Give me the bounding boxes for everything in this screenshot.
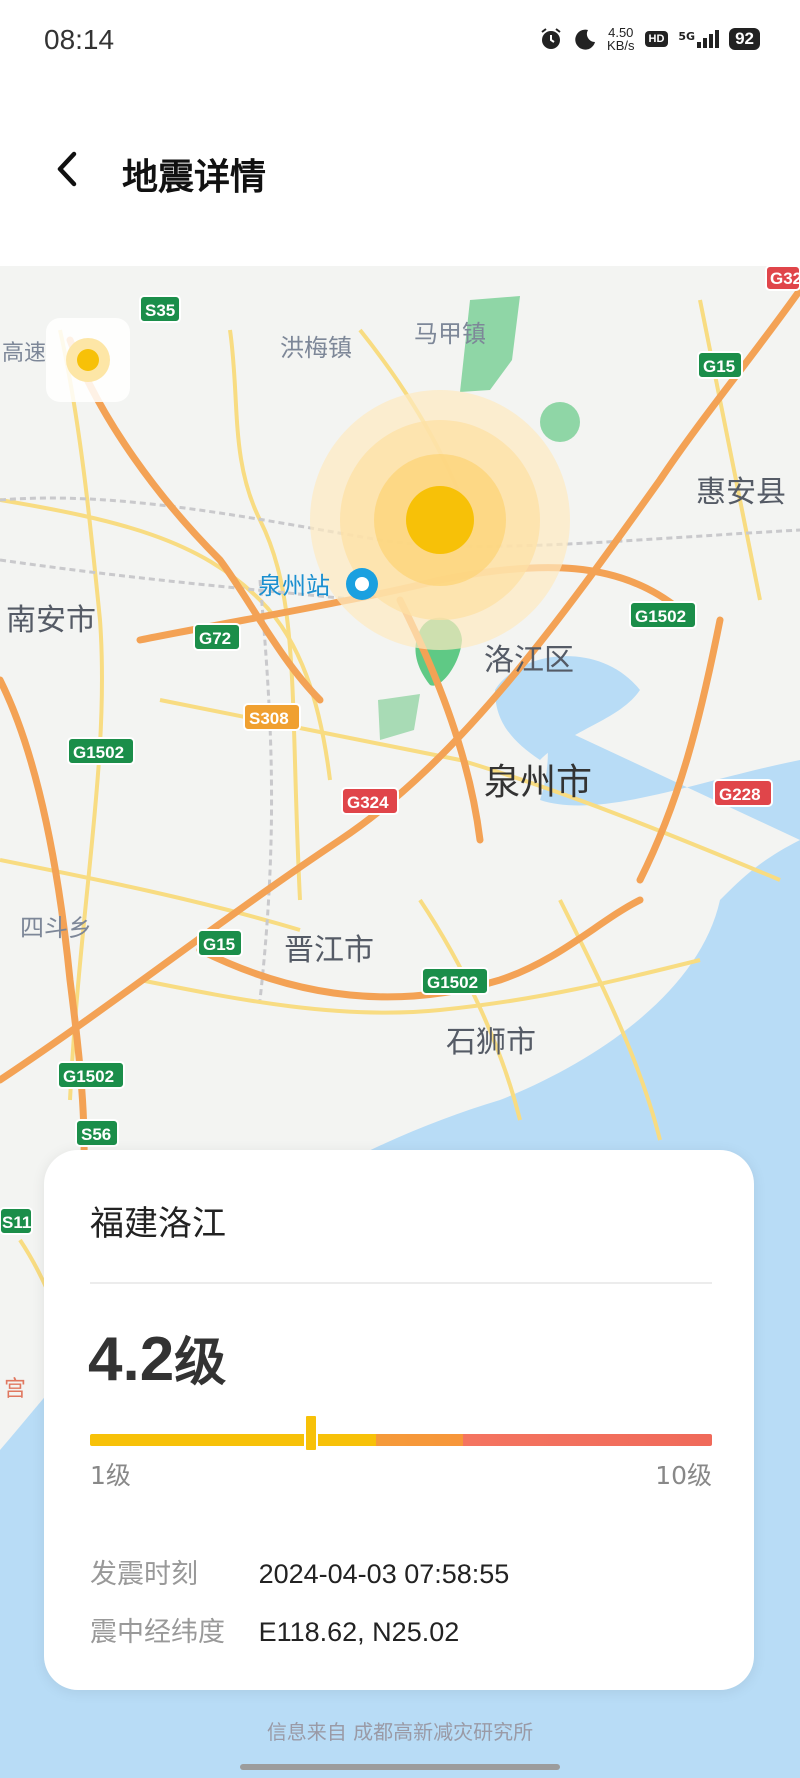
alarm-icon <box>541 28 561 49</box>
place-label: 马甲镇 <box>414 320 486 348</box>
station-label: 泉州站 <box>258 572 330 600</box>
green-area <box>540 402 580 442</box>
divider <box>90 1282 712 1284</box>
magnitude-unit: 级 <box>174 1333 227 1393</box>
place-label: 石狮市 <box>446 1025 536 1060</box>
network-type: 5G <box>678 30 696 43</box>
scale-min-label: 1级 <box>90 1461 131 1490</box>
intensity-legend-button[interactable] <box>46 318 130 402</box>
battery-level: 92 <box>735 29 754 48</box>
magnitude-value: 4.2 <box>88 1325 175 1394</box>
status-time: 08:14 <box>44 24 115 55</box>
road-shield: G1502 <box>427 973 478 992</box>
green-area <box>378 694 420 740</box>
place-label: 高速 <box>2 341 46 366</box>
status-bar: 08:14 4.50 KB/s HD 5G 92 <box>0 0 800 84</box>
signal-icon: 5G <box>678 30 720 48</box>
place-label: 宫 <box>4 1377 26 1402</box>
place-label: 泉州市 <box>484 762 592 803</box>
quake-time-value: 2024-04-03 07:58:55 <box>258 1559 510 1589</box>
battery-icon: 92 <box>729 28 760 50</box>
quake-location: 福建洛江 <box>90 1204 226 1244</box>
road-shield: G72 <box>199 629 231 648</box>
status-icons: 4.50 KB/s HD 5G 92 <box>539 26 760 52</box>
quake-time-label: 发震时刻 <box>90 1559 198 1590</box>
chevron-left-icon[interactable] <box>44 144 94 194</box>
magnitude: 4.2级 <box>88 1320 226 1395</box>
quake-time-row: 发震时刻 2024-04-03 07:58:55 <box>90 1552 509 1591</box>
road-shield: G324 <box>347 793 389 812</box>
place-label: 惠安县 <box>696 475 786 510</box>
place-label: 晋江市 <box>284 933 374 968</box>
intensity-icon <box>66 338 110 382</box>
road-shield: S56 <box>81 1125 111 1144</box>
network-speed: 4.50 KB/s <box>607 25 635 53</box>
road-shield: G1502 <box>635 607 686 626</box>
quake-coord-value: E118.62, N25.02 <box>258 1617 460 1647</box>
moon-icon <box>575 29 596 50</box>
place-label: 南安市 <box>6 603 96 638</box>
page-title: 地震详情 <box>122 157 267 198</box>
place-label: 洛江区 <box>484 643 574 678</box>
earthquake-info-card: 福建洛江 4.2级 1级 10级 发震时刻 2024-04-03 07:58:5… <box>44 1150 754 1690</box>
road-shield: G1502 <box>63 1067 114 1086</box>
road-shield: G228 <box>719 785 761 804</box>
magnitude-scale-bar <box>90 1434 712 1446</box>
road-shield: S35 <box>145 301 175 320</box>
road-shield: G15 <box>703 357 735 376</box>
road-shield: S308 <box>249 709 289 728</box>
place-label: 洪梅镇 <box>280 334 352 362</box>
road-shield: G1502 <box>73 743 124 762</box>
road-shield: S11 <box>2 1213 31 1232</box>
epicenter-marker[interactable] <box>406 486 474 554</box>
quake-coord-label: 震中经纬度 <box>90 1617 225 1648</box>
data-source-note: 信息来自 成都高新减灾研究所 <box>266 1720 534 1744</box>
hd-icon: HD <box>644 31 669 47</box>
road-shield: G32 <box>770 269 800 288</box>
scale-max-label: 10级 <box>655 1461 712 1490</box>
app-header: 地震详情 <box>0 120 800 220</box>
magnitude-marker <box>304 1414 319 1452</box>
home-indicator[interactable] <box>240 1764 560 1770</box>
quake-coord-row: 震中经纬度 E118.62, N25.02 <box>90 1610 459 1649</box>
road-shield: G15 <box>203 935 235 954</box>
place-label: 四斗乡 <box>20 914 92 942</box>
